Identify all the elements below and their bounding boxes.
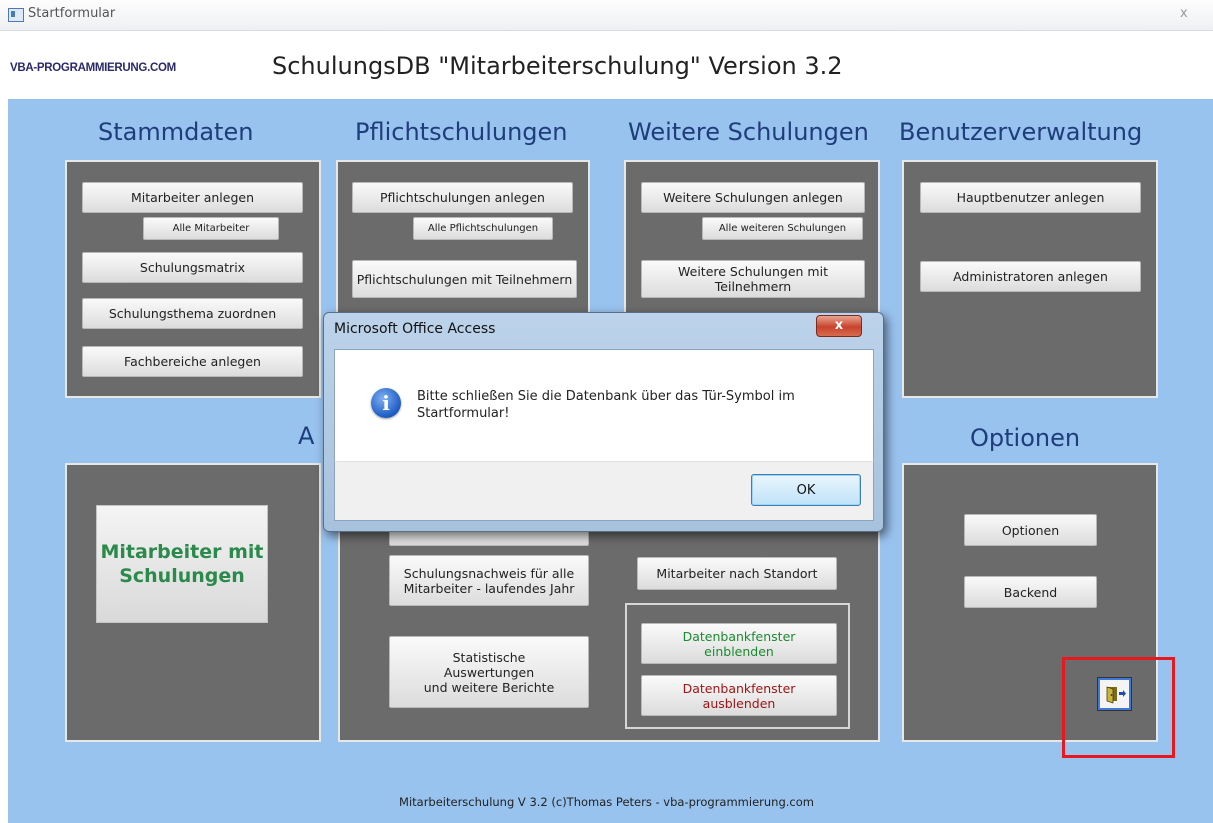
footer-text: Mitarbeiterschulung V 3.2 (c)Thomas Pete… bbox=[399, 795, 814, 809]
statistische-auswertungen-button[interactable]: Statistische Auswertungen und weitere Be… bbox=[389, 636, 589, 708]
window-title: Startformular bbox=[28, 6, 116, 21]
optionen-button[interactable]: Optionen bbox=[964, 514, 1097, 546]
fachbereiche-anlegen-button[interactable]: Fachbereiche anlegen bbox=[82, 346, 303, 377]
page-title: SchulungsDB "Mitarbeiterschulung" Versio… bbox=[272, 52, 843, 80]
backend-button[interactable]: Backend bbox=[964, 576, 1097, 608]
mitarbeiter-anlegen-button[interactable]: Mitarbeiter anlegen bbox=[82, 182, 303, 213]
alle-pflichtschulungen-button[interactable]: Alle Pflichtschulungen bbox=[413, 217, 553, 240]
ok-button[interactable]: OK bbox=[751, 474, 861, 506]
pflichtschulungen-mit-teilnehmern-button[interactable]: Pflichtschulungen mit Teilnehmern bbox=[352, 260, 577, 298]
dialog-message: Bitte schließen Sie die Datenbank über d… bbox=[417, 389, 795, 421]
logo: VBA-PROGRAMMIERUNG.COM bbox=[10, 62, 176, 74]
section-title-optionen: Optionen bbox=[970, 424, 1081, 452]
highlight-box bbox=[1062, 657, 1175, 758]
alle-weiteren-schulungen-button[interactable]: Alle weiteren Schulungen bbox=[702, 217, 863, 240]
window-titlebar: Startformular x bbox=[0, 0, 1213, 31]
weitere-schulungen-mit-teilnehmern-button[interactable]: Weitere Schulungen mit Teilnehmern bbox=[641, 260, 865, 298]
administratoren-anlegen-button[interactable]: Administratoren anlegen bbox=[920, 261, 1141, 292]
message-dialog: Microsoft Office Access x i Bitte schlie… bbox=[323, 312, 884, 532]
dialog-body: i Bitte schließen Sie die Datenbank über… bbox=[334, 349, 874, 462]
info-icon: i bbox=[371, 388, 401, 418]
schulungsnachweis-button[interactable]: Schulungsnachweis für alle Mitarbeiter -… bbox=[389, 555, 589, 606]
section-title-weitere-schulungen: Weitere Schulungen bbox=[628, 118, 869, 146]
dialog-footer: OK bbox=[334, 461, 874, 521]
datenbankfenster-ausblenden-button[interactable]: Datenbankfenster ausblenden bbox=[641, 675, 837, 716]
section-title-auswertungen: A bbox=[298, 422, 315, 450]
window-close-icon[interactable]: x bbox=[1180, 6, 1188, 21]
mitarbeiter-nach-standort-button[interactable]: Mitarbeiter nach Standort bbox=[637, 557, 837, 590]
dialog-close-icon[interactable]: x bbox=[816, 315, 862, 337]
alle-mitarbeiter-button[interactable]: Alle Mitarbeiter bbox=[143, 217, 279, 240]
dialog-title: Microsoft Office Access bbox=[334, 321, 496, 337]
pflichtschulungen-anlegen-button[interactable]: Pflichtschulungen anlegen bbox=[352, 182, 573, 213]
form-icon bbox=[8, 8, 24, 22]
mitarbeiter-mit-schulungen-button[interactable]: Mitarbeiter mit Schulungen bbox=[96, 505, 268, 623]
datenbankfenster-einblenden-button[interactable]: Datenbankfenster einblenden bbox=[641, 623, 837, 664]
section-title-benutzerverwaltung: Benutzerverwaltung bbox=[899, 118, 1143, 146]
section-title-pflichtschulungen: Pflichtschulungen bbox=[355, 118, 568, 146]
weitere-schulungen-anlegen-button[interactable]: Weitere Schulungen anlegen bbox=[641, 182, 865, 213]
schulungsthema-zuordnen-button[interactable]: Schulungsthema zuordnen bbox=[82, 298, 303, 329]
schulungsmatrix-button[interactable]: Schulungsmatrix bbox=[82, 252, 303, 283]
hauptbenutzer-anlegen-button[interactable]: Hauptbenutzer anlegen bbox=[920, 182, 1141, 213]
section-title-stammdaten: Stammdaten bbox=[98, 118, 254, 146]
